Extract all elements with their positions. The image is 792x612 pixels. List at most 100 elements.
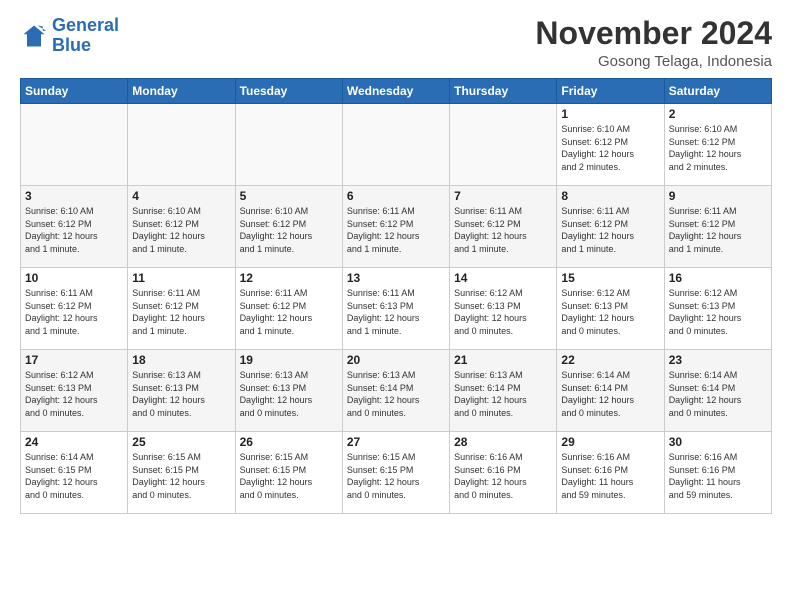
day-info: Sunrise: 6:10 AM Sunset: 6:12 PM Dayligh… <box>240 205 338 255</box>
day-info: Sunrise: 6:16 AM Sunset: 6:16 PM Dayligh… <box>669 451 767 501</box>
col-header-saturday: Saturday <box>664 79 771 104</box>
header: General Blue November 2024 Gosong Telaga… <box>20 16 772 70</box>
day-info: Sunrise: 6:11 AM Sunset: 6:12 PM Dayligh… <box>132 287 230 337</box>
col-header-thursday: Thursday <box>450 79 557 104</box>
day-number: 23 <box>669 353 767 367</box>
day-number: 11 <box>132 271 230 285</box>
day-info: Sunrise: 6:11 AM Sunset: 6:12 PM Dayligh… <box>347 205 445 255</box>
day-number: 1 <box>561 107 659 121</box>
day-info: Sunrise: 6:11 AM Sunset: 6:12 PM Dayligh… <box>669 205 767 255</box>
day-info: Sunrise: 6:15 AM Sunset: 6:15 PM Dayligh… <box>132 451 230 501</box>
col-header-friday: Friday <box>557 79 664 104</box>
day-cell: 21 Sunrise: 6:13 AM Sunset: 6:14 PM Dayli… <box>450 350 557 432</box>
day-info: Sunrise: 6:13 AM Sunset: 6:13 PM Dayligh… <box>132 369 230 419</box>
day-number: 13 <box>347 271 445 285</box>
day-number: 16 <box>669 271 767 285</box>
col-header-tuesday: Tuesday <box>235 79 342 104</box>
day-info: Sunrise: 6:11 AM Sunset: 6:12 PM Dayligh… <box>240 287 338 337</box>
day-cell <box>235 104 342 186</box>
day-number: 28 <box>454 435 552 449</box>
day-number: 2 <box>669 107 767 121</box>
col-header-monday: Monday <box>128 79 235 104</box>
day-cell: 3Sunrise: 6:10 AM Sunset: 6:12 PM Daylig… <box>21 186 128 268</box>
day-number: 21 <box>454 353 552 367</box>
day-number: 17 <box>25 353 123 367</box>
day-number: 8 <box>561 189 659 203</box>
subtitle: Gosong Telaga, Indonesia <box>535 53 772 70</box>
day-cell: 12 Sunrise: 6:11 AM Sunset: 6:12 PM Dayli… <box>235 268 342 350</box>
day-info: Sunrise: 6:14 AM Sunset: 6:14 PM Dayligh… <box>561 369 659 419</box>
day-info: Sunrise: 6:11 AM Sunset: 6:12 PM Dayligh… <box>25 287 123 337</box>
day-number: 3 <box>25 189 123 203</box>
day-info: Sunrise: 6:12 AM Sunset: 6:13 PM Dayligh… <box>561 287 659 337</box>
day-number: 25 <box>132 435 230 449</box>
day-cell: 23 Sunrise: 6:14 AM Sunset: 6:14 PM Dayli… <box>664 350 771 432</box>
day-info: Sunrise: 6:12 AM Sunset: 6:13 PM Dayligh… <box>669 287 767 337</box>
logo-text: General Blue <box>52 16 119 56</box>
day-info: Sunrise: 6:13 AM Sunset: 6:13 PM Dayligh… <box>240 369 338 419</box>
day-number: 5 <box>240 189 338 203</box>
logo: General Blue <box>20 16 119 56</box>
day-cell: 4Sunrise: 6:10 AM Sunset: 6:12 PM Daylig… <box>128 186 235 268</box>
day-number: 26 <box>240 435 338 449</box>
day-cell: 26 Sunrise: 6:15 AM Sunset: 6:15 PM Dayli… <box>235 432 342 514</box>
day-info: Sunrise: 6:16 AM Sunset: 6:16 PM Dayligh… <box>454 451 552 501</box>
day-cell: 14 Sunrise: 6:12 AM Sunset: 6:13 PM Dayli… <box>450 268 557 350</box>
day-number: 29 <box>561 435 659 449</box>
day-info: Sunrise: 6:15 AM Sunset: 6:15 PM Dayligh… <box>347 451 445 501</box>
day-cell: 28 Sunrise: 6:16 AM Sunset: 6:16 PM Dayli… <box>450 432 557 514</box>
day-info: Sunrise: 6:13 AM Sunset: 6:14 PM Dayligh… <box>454 369 552 419</box>
day-cell: 24Sunrise: 6:14 AM Sunset: 6:15 PM Dayli… <box>21 432 128 514</box>
day-cell: 7 Sunrise: 6:11 AM Sunset: 6:12 PM Daylig… <box>450 186 557 268</box>
logo-line1: General <box>52 15 119 35</box>
calendar-table: SundayMondayTuesdayWednesdayThursdayFrid… <box>20 78 772 514</box>
week-row-5: 24Sunrise: 6:14 AM Sunset: 6:15 PM Dayli… <box>21 432 772 514</box>
week-row-4: 17 Sunrise: 6:12 AM Sunset: 6:13 PM Dayli… <box>21 350 772 432</box>
day-cell: 10 Sunrise: 6:11 AM Sunset: 6:12 PM Dayli… <box>21 268 128 350</box>
day-number: 6 <box>347 189 445 203</box>
day-cell: 30Sunrise: 6:16 AM Sunset: 6:16 PM Dayli… <box>664 432 771 514</box>
week-row-1: 1 Sunrise: 6:10 AM Sunset: 6:12 PM Daylig… <box>21 104 772 186</box>
day-cell: 11 Sunrise: 6:11 AM Sunset: 6:12 PM Dayli… <box>128 268 235 350</box>
day-cell <box>342 104 449 186</box>
day-info: Sunrise: 6:15 AM Sunset: 6:15 PM Dayligh… <box>240 451 338 501</box>
day-info: Sunrise: 6:16 AM Sunset: 6:16 PM Dayligh… <box>561 451 659 501</box>
day-info: Sunrise: 6:14 AM Sunset: 6:15 PM Dayligh… <box>25 451 123 501</box>
day-cell: 19Sunrise: 6:13 AM Sunset: 6:13 PM Dayli… <box>235 350 342 432</box>
day-cell <box>450 104 557 186</box>
day-info: Sunrise: 6:11 AM Sunset: 6:12 PM Dayligh… <box>454 205 552 255</box>
day-number: 27 <box>347 435 445 449</box>
day-info: Sunrise: 6:10 AM Sunset: 6:12 PM Dayligh… <box>561 123 659 173</box>
day-cell <box>21 104 128 186</box>
day-cell: 6 Sunrise: 6:11 AM Sunset: 6:12 PM Daylig… <box>342 186 449 268</box>
day-number: 7 <box>454 189 552 203</box>
day-number: 10 <box>25 271 123 285</box>
day-number: 14 <box>454 271 552 285</box>
header-row: SundayMondayTuesdayWednesdayThursdayFrid… <box>21 79 772 104</box>
day-info: Sunrise: 6:10 AM Sunset: 6:12 PM Dayligh… <box>132 205 230 255</box>
week-row-3: 10 Sunrise: 6:11 AM Sunset: 6:12 PM Dayli… <box>21 268 772 350</box>
day-number: 12 <box>240 271 338 285</box>
day-info: Sunrise: 6:13 AM Sunset: 6:14 PM Dayligh… <box>347 369 445 419</box>
day-number: 18 <box>132 353 230 367</box>
day-info: Sunrise: 6:12 AM Sunset: 6:13 PM Dayligh… <box>454 287 552 337</box>
page: General Blue November 2024 Gosong Telaga… <box>0 0 792 524</box>
day-info: Sunrise: 6:11 AM Sunset: 6:13 PM Dayligh… <box>347 287 445 337</box>
day-info: Sunrise: 6:12 AM Sunset: 6:13 PM Dayligh… <box>25 369 123 419</box>
day-cell: 20 Sunrise: 6:13 AM Sunset: 6:14 PM Dayli… <box>342 350 449 432</box>
col-header-sunday: Sunday <box>21 79 128 104</box>
day-number: 15 <box>561 271 659 285</box>
day-cell: 1 Sunrise: 6:10 AM Sunset: 6:12 PM Daylig… <box>557 104 664 186</box>
day-cell: 9 Sunrise: 6:11 AM Sunset: 6:12 PM Daylig… <box>664 186 771 268</box>
day-cell: 8 Sunrise: 6:11 AM Sunset: 6:12 PM Daylig… <box>557 186 664 268</box>
week-row-2: 3 Sunrise: 6:10 AM Sunset: 6:12 PM Daylig… <box>21 186 772 268</box>
day-info: Sunrise: 6:14 AM Sunset: 6:14 PM Dayligh… <box>669 369 767 419</box>
day-info: Sunrise: 6:11 AM Sunset: 6:12 PM Dayligh… <box>561 205 659 255</box>
day-info: Sunrise: 6:10 AM Sunset: 6:12 PM Dayligh… <box>669 123 767 173</box>
day-cell: 29 Sunrise: 6:16 AM Sunset: 6:16 PM Dayli… <box>557 432 664 514</box>
day-number: 20 <box>347 353 445 367</box>
day-number: 22 <box>561 353 659 367</box>
day-cell: 18 Sunrise: 6:13 AM Sunset: 6:13 PM Dayli… <box>128 350 235 432</box>
day-cell: 27 Sunrise: 6:15 AM Sunset: 6:15 PM Dayli… <box>342 432 449 514</box>
day-number: 9 <box>669 189 767 203</box>
